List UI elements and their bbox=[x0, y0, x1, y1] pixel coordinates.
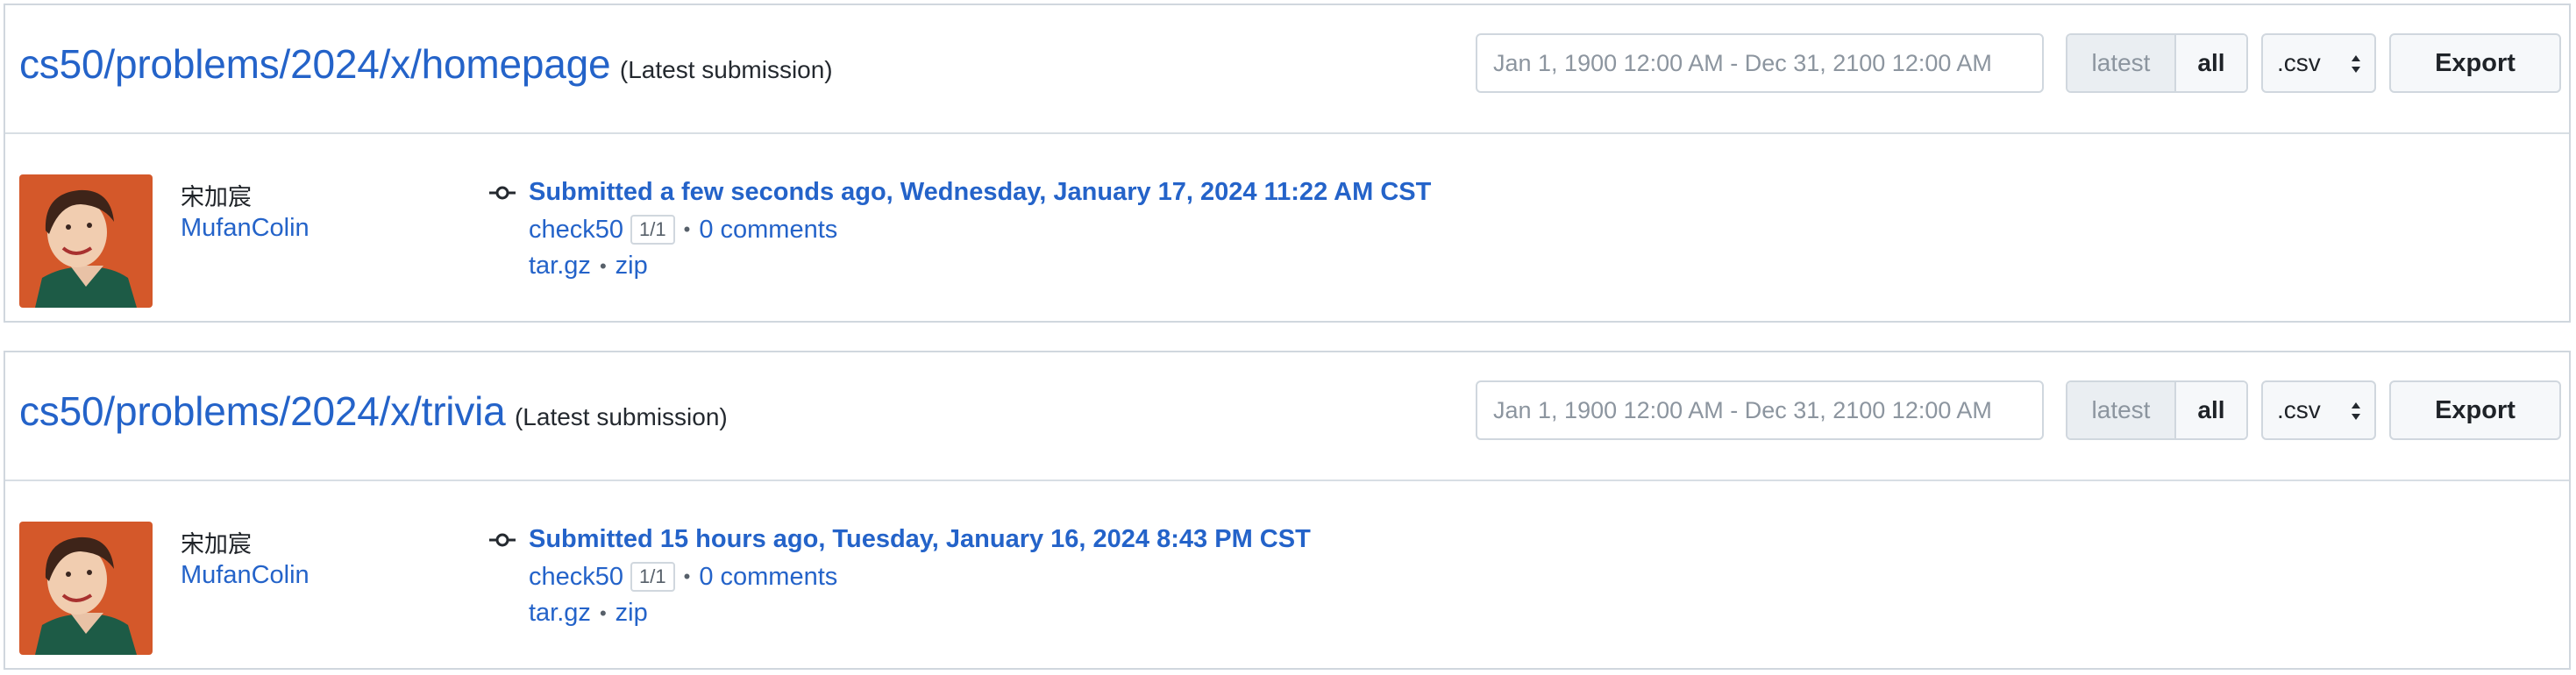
download-targz-link[interactable]: tar.gz bbox=[529, 599, 591, 628]
panel-title: cs50/problems/2024/x/homepage (Latest su… bbox=[19, 40, 833, 88]
git-commit-icon bbox=[489, 533, 516, 547]
export-button[interactable]: Export bbox=[2389, 380, 2561, 440]
download-row: tar.gz • zip bbox=[529, 599, 648, 628]
format-select[interactable]: .csv bbox=[2261, 33, 2376, 93]
format-select-value: .csv bbox=[2277, 396, 2321, 423]
panel-body: 宋加宸 MufanColin Submitted a few seconds a… bbox=[5, 134, 2569, 322]
latest-toggle-button[interactable]: latest bbox=[2067, 382, 2176, 438]
repo-link[interactable]: cs50/problems/2024/x/homepage bbox=[19, 41, 611, 87]
separator-bullet: • bbox=[683, 565, 691, 587]
separator-bullet: • bbox=[599, 601, 607, 624]
download-zip-link[interactable]: zip bbox=[616, 599, 648, 628]
user-display-name: 宋加宸 bbox=[181, 531, 252, 558]
format-select-value: .csv bbox=[2277, 49, 2321, 76]
all-toggle-button[interactable]: all bbox=[2176, 382, 2246, 438]
user-avatar-image bbox=[19, 522, 153, 655]
latest-toggle-button[interactable]: latest bbox=[2067, 35, 2176, 91]
download-targz-link[interactable]: tar.gz bbox=[529, 252, 591, 281]
check50-link[interactable]: check50 bbox=[529, 216, 623, 245]
user-avatar[interactable] bbox=[19, 174, 153, 308]
separator-bullet: • bbox=[683, 218, 691, 240]
score-badge: 1/1 bbox=[630, 562, 675, 592]
submission-panel-homepage: cs50/problems/2024/x/homepage (Latest su… bbox=[4, 4, 2571, 323]
latest-all-toggle: latest all bbox=[2066, 380, 2248, 440]
panel-header: cs50/problems/2024/x/trivia (Latest subm… bbox=[5, 352, 2569, 481]
download-row: tar.gz • zip bbox=[529, 252, 648, 281]
check50-link[interactable]: check50 bbox=[529, 563, 623, 592]
separator-bullet: • bbox=[599, 254, 607, 277]
format-select[interactable]: .csv bbox=[2261, 380, 2376, 440]
submission-panels: cs50/problems/2024/x/homepage (Latest su… bbox=[0, 0, 2576, 675]
user-login-link[interactable]: MufanColin bbox=[181, 214, 310, 243]
comments-link[interactable]: 0 comments bbox=[699, 563, 837, 592]
submission-time-link[interactable]: Submitted 15 hours ago, Tuesday, January… bbox=[529, 525, 1311, 554]
panel-body: 宋加宸 MufanColin Submitted 15 hours ago, T… bbox=[5, 481, 2569, 669]
all-toggle-button[interactable]: all bbox=[2176, 35, 2246, 91]
user-login-link[interactable]: MufanColin bbox=[181, 561, 310, 590]
latest-all-toggle: latest all bbox=[2066, 33, 2248, 93]
panel-header: cs50/problems/2024/x/homepage (Latest su… bbox=[5, 5, 2569, 134]
score-badge: 1/1 bbox=[630, 215, 675, 245]
latest-submission-note: (Latest submission) bbox=[619, 56, 833, 83]
user-avatar-image bbox=[19, 174, 153, 308]
check-row: check50 1/1 • 0 comments bbox=[529, 215, 837, 245]
comments-link[interactable]: 0 comments bbox=[699, 216, 837, 245]
repo-link[interactable]: cs50/problems/2024/x/trivia bbox=[19, 388, 506, 434]
git-commit-icon bbox=[489, 186, 516, 200]
submission-panel-trivia: cs50/problems/2024/x/trivia (Latest subm… bbox=[4, 351, 2571, 670]
user-display-name: 宋加宸 bbox=[181, 184, 252, 211]
export-button[interactable]: Export bbox=[2389, 33, 2561, 93]
panel-title: cs50/problems/2024/x/trivia (Latest subm… bbox=[19, 387, 728, 435]
latest-submission-note: (Latest submission) bbox=[514, 403, 728, 430]
select-caret-icon bbox=[2352, 55, 2360, 73]
date-range-input[interactable] bbox=[1476, 33, 2044, 93]
submission-time-link[interactable]: Submitted a few seconds ago, Wednesday, … bbox=[529, 178, 1431, 207]
date-range-input[interactable] bbox=[1476, 380, 2044, 440]
check-row: check50 1/1 • 0 comments bbox=[529, 562, 837, 592]
select-caret-icon bbox=[2352, 402, 2360, 420]
user-avatar[interactable] bbox=[19, 522, 153, 655]
download-zip-link[interactable]: zip bbox=[616, 252, 648, 281]
